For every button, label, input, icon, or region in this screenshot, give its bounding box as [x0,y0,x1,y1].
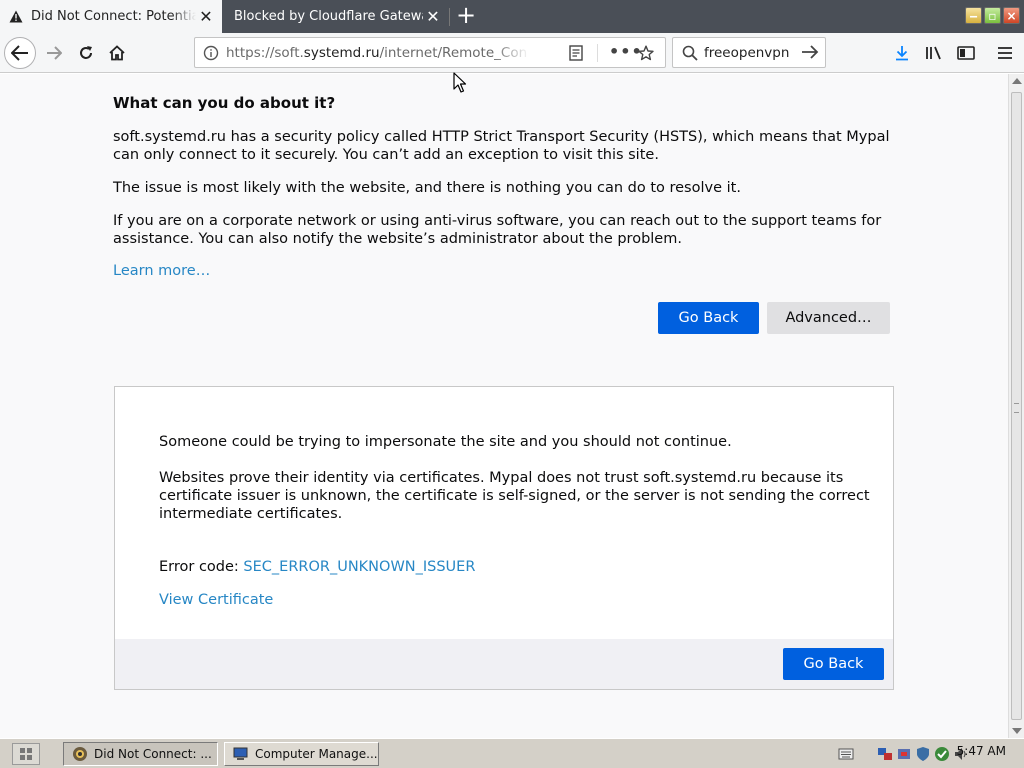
url-bar[interactable]: https://soft.systemd.ru/internet/Remote_… [194,37,666,68]
taskbar-item-label: Did Not Connect: ... [94,747,212,761]
page-content: What can you do about it? soft.systemd.r… [0,74,1008,738]
network-icon[interactable] [877,746,893,762]
tab-divider [449,8,450,26]
sidebar-icon [957,46,975,60]
back-button[interactable] [4,37,36,69]
scroll-down-arrow-icon[interactable] [1012,728,1022,734]
home-icon [109,45,125,61]
forward-button[interactable] [38,37,70,69]
vertical-scrollbar[interactable] [1008,74,1024,738]
tab-strip: Did Not Connect: Potential Security Issu… [0,0,1024,33]
certificate-paragraph: Websites prove their identity via certif… [159,470,870,522]
url-prefix: https://soft. [226,45,304,61]
error-code-label: Error code: [159,559,244,575]
tab-blocked-cloudflare[interactable]: Blocked by Cloudflare Gateway ✕ [224,0,449,33]
issue-paragraph: The issue is most likely with the websit… [113,180,741,196]
error-code-link[interactable]: SEC_ERROR_UNKNOWN_ISSUER [243,559,475,575]
close-window-button[interactable]: × [1003,7,1020,24]
keyboard-icon[interactable] [838,746,854,762]
reader-view-icon[interactable] [569,45,583,65]
forward-arrow-icon [47,46,62,60]
hamburger-menu-icon [998,47,1012,59]
update-check-icon[interactable] [934,746,950,762]
advanced-panel-footer: Go Back [115,639,893,689]
back-arrow-icon [11,45,28,61]
url-host: systemd.ru [303,45,380,61]
close-tab-icon[interactable]: ✕ [196,7,216,27]
shield-icon[interactable] [915,746,931,762]
section-heading: What can you do about it? [113,94,336,112]
navigation-toolbar: https://soft.systemd.ru/internet/Remote_… [0,33,1024,73]
reload-icon [80,46,92,59]
search-icon [682,45,698,65]
downloads-button[interactable] [886,37,918,69]
tab-title: Did Not Connect: Potential Security Issu… [31,9,196,24]
tab-did-not-connect[interactable]: Did Not Connect: Potential Security Issu… [0,0,222,33]
scroll-up-arrow-icon[interactable] [1012,78,1022,84]
bookmark-star-icon[interactable] [638,45,654,65]
scroll-grip [1014,403,1019,413]
library-icon [926,46,941,60]
menu-button[interactable] [989,37,1021,69]
hsts-paragraph: soft.systemd.ru has a security policy ca… [113,129,890,163]
scroll-thumb[interactable] [1011,92,1022,720]
advanced-button[interactable]: Advanced… [767,302,890,334]
taskbar: Did Not Connect: ... Computer Manage... … [0,738,1024,768]
go-back-button[interactable]: Go Back [658,302,759,334]
tab-title: Blocked by Cloudflare Gateway [234,9,423,24]
url-divider [597,44,598,62]
download-icon [896,46,908,61]
window-controls: ‒ ▫ × [965,7,1020,24]
taskbar-clock[interactable]: 5:47 AM [957,744,1006,758]
taskbar-item-label: Computer Manage... [255,747,378,761]
corporate-paragraph: If you are on a corporate network or usi… [113,213,882,247]
security-icon[interactable] [896,746,912,762]
maximize-button[interactable]: ▫ [984,7,1001,24]
start-menu-button[interactable] [12,743,40,765]
advanced-panel: Someone could be trying to impersonate t… [114,386,894,690]
error-code-line: Error code: SEC_ERROR_UNKNOWN_ISSUER [159,559,475,575]
search-go-arrow-icon[interactable] [801,44,819,64]
url-text[interactable]: https://soft.systemd.ru/internet/Remote_… [226,45,530,61]
search-input[interactable]: freeopenvpn [704,45,789,61]
new-tab-button[interactable]: + [452,0,480,33]
taskbar-item-computer-management[interactable]: Computer Manage... [224,742,379,766]
view-certificate-link[interactable]: View Certificate [159,592,273,608]
home-button[interactable] [101,37,133,69]
computer-management-icon [233,747,248,760]
minimize-button[interactable]: ‒ [965,7,982,24]
info-icon[interactable] [203,45,219,65]
warning-icon [8,10,24,23]
go-back-button-secondary[interactable]: Go Back [783,648,884,680]
search-bar[interactable]: freeopenvpn [672,37,826,68]
mouse-cursor-icon [453,72,467,93]
reload-button[interactable] [70,37,102,69]
taskbar-item-browser[interactable]: Did Not Connect: ... [63,742,218,766]
learn-more-link[interactable]: Learn more… [113,263,210,279]
close-tab-icon[interactable]: ✕ [423,7,443,27]
library-button[interactable] [918,37,950,69]
sidebar-button[interactable] [950,37,982,69]
url-path: /internet/Remote_Con [379,45,528,61]
browser-app-icon [73,747,87,761]
impersonate-paragraph: Someone could be trying to impersonate t… [159,434,732,450]
